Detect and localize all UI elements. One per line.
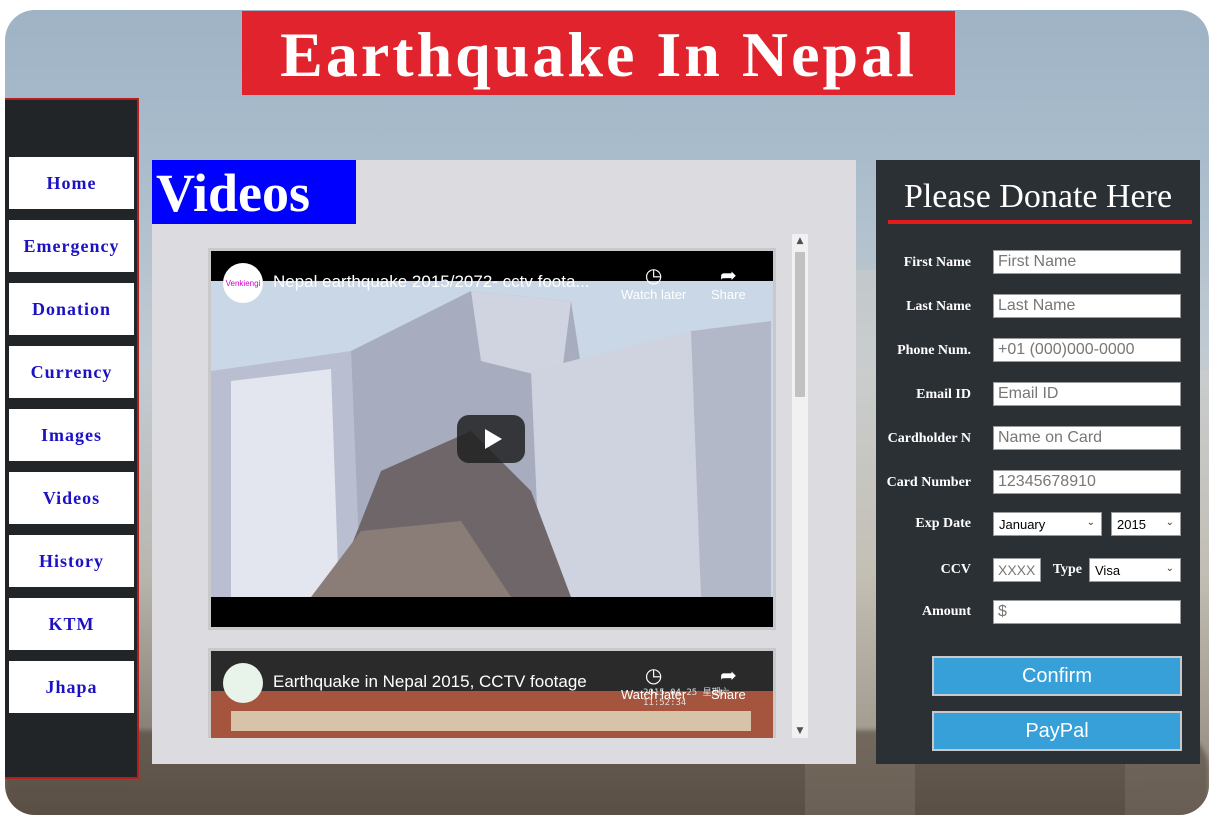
video-player[interactable]: Venkiengi Nepal earthquake 2015/2072- cc… — [208, 248, 776, 630]
clock-icon: ◷ — [644, 265, 663, 287]
last-name-field[interactable] — [993, 294, 1181, 318]
nav-item-jhapa[interactable]: Jhapa — [9, 661, 134, 713]
cardholder-field[interactable] — [993, 426, 1181, 450]
card-number-field[interactable] — [993, 470, 1181, 494]
card-type-label: Type — [1052, 562, 1082, 577]
share-button[interactable]: ➦ Share — [711, 265, 746, 302]
donation-form: Please Donate Here First Name Last Name … — [876, 160, 1200, 764]
nav-item-emergency[interactable]: Emergency — [9, 220, 134, 272]
nav-item-videos[interactable]: Videos — [9, 472, 134, 524]
nav-item-home[interactable]: Home — [9, 157, 134, 209]
videos-heading-box: Videos — [152, 160, 356, 224]
chevron-down-icon: ⌄ — [1165, 517, 1174, 528]
heading-underline — [888, 220, 1192, 224]
scroll-up-icon[interactable]: ▲ — [792, 234, 808, 248]
cardholder-label: Cardholder N — [887, 431, 971, 446]
video-title[interactable]: Nepal earthquake 2015/2072- cctv foota..… — [273, 272, 590, 292]
exp-year-select[interactable]: 2015 ⌄ — [1111, 512, 1181, 536]
watch-later-label: Watch later — [621, 287, 687, 302]
nav-item-currency[interactable]: Currency — [9, 346, 134, 398]
video-player[interactable]: Earthquake in Nepal 2015, CCTV footage 2… — [208, 648, 776, 738]
video-list[interactable]: Venkiengi Nepal earthquake 2015/2072- cc… — [208, 234, 808, 738]
last-name-label: Last Name — [906, 299, 971, 314]
amount-field[interactable] — [993, 600, 1181, 624]
clock-icon: ◷ — [644, 665, 663, 687]
first-name-label: First Name — [903, 255, 971, 270]
exp-year-value: 2015 — [1117, 516, 1146, 532]
share-button[interactable]: ➦ Share — [711, 665, 746, 702]
site-title: Earthquake In Nepal — [280, 19, 917, 90]
amount-label: Amount — [921, 604, 971, 619]
exp-month-value: January — [999, 516, 1046, 532]
video-list-scrollbar[interactable]: ▲ ▼ — [792, 234, 808, 738]
videos-heading: Videos — [156, 163, 311, 223]
first-name-field[interactable] — [993, 250, 1181, 274]
sidebar-nav: Home Emergency Donation Currency Images … — [5, 98, 139, 779]
email-field[interactable] — [993, 382, 1181, 406]
phone-label: Phone Num. — [897, 343, 971, 358]
exp-month-select[interactable]: January ⌄ — [993, 512, 1102, 536]
video-title[interactable]: Earthquake in Nepal 2015, CCTV footage — [273, 672, 587, 692]
watch-later-label: Watch later — [621, 687, 687, 702]
share-icon: ➦ — [719, 265, 737, 287]
paypal-button[interactable]: PayPal — [932, 711, 1182, 751]
chevron-down-icon: ⌄ — [1086, 517, 1095, 528]
confirm-button[interactable]: Confirm — [932, 656, 1182, 696]
exp-date-label: Exp Date — [915, 516, 971, 531]
share-label: Share — [711, 687, 746, 702]
videos-panel: Videos Venkiengi Nepal earthquake 2015/2… — [152, 160, 856, 764]
play-button[interactable] — [457, 415, 525, 463]
share-icon: ➦ — [719, 665, 737, 687]
card-type-value: Visa — [1095, 562, 1121, 578]
donate-heading: Please Donate Here — [903, 178, 1173, 215]
nav-item-ktm[interactable]: KTM — [9, 598, 134, 650]
card-type-select[interactable]: Visa ⌄ — [1089, 558, 1181, 582]
scrollbar-thumb[interactable] — [795, 252, 805, 397]
chevron-down-icon: ⌄ — [1165, 563, 1174, 574]
watch-later-button[interactable]: ◷ Watch later — [621, 265, 686, 302]
ccv-label: CCV — [940, 562, 971, 577]
nav-item-images[interactable]: Images — [9, 409, 134, 461]
nav-item-history[interactable]: History — [9, 535, 134, 587]
phone-field[interactable] — [993, 338, 1181, 362]
channel-avatar[interactable] — [223, 663, 263, 703]
share-label: Share — [711, 287, 746, 302]
ccv-field[interactable] — [993, 558, 1041, 582]
scroll-down-icon[interactable]: ▼ — [792, 724, 808, 738]
email-label: Email ID — [916, 387, 971, 402]
nav-item-donation[interactable]: Donation — [9, 283, 134, 335]
channel-avatar[interactable]: Venkiengi — [223, 263, 263, 303]
watch-later-button[interactable]: ◷ Watch later — [621, 665, 686, 702]
site-title-banner: Earthquake In Nepal — [242, 11, 955, 95]
card-number-label: Card Number — [886, 475, 971, 490]
